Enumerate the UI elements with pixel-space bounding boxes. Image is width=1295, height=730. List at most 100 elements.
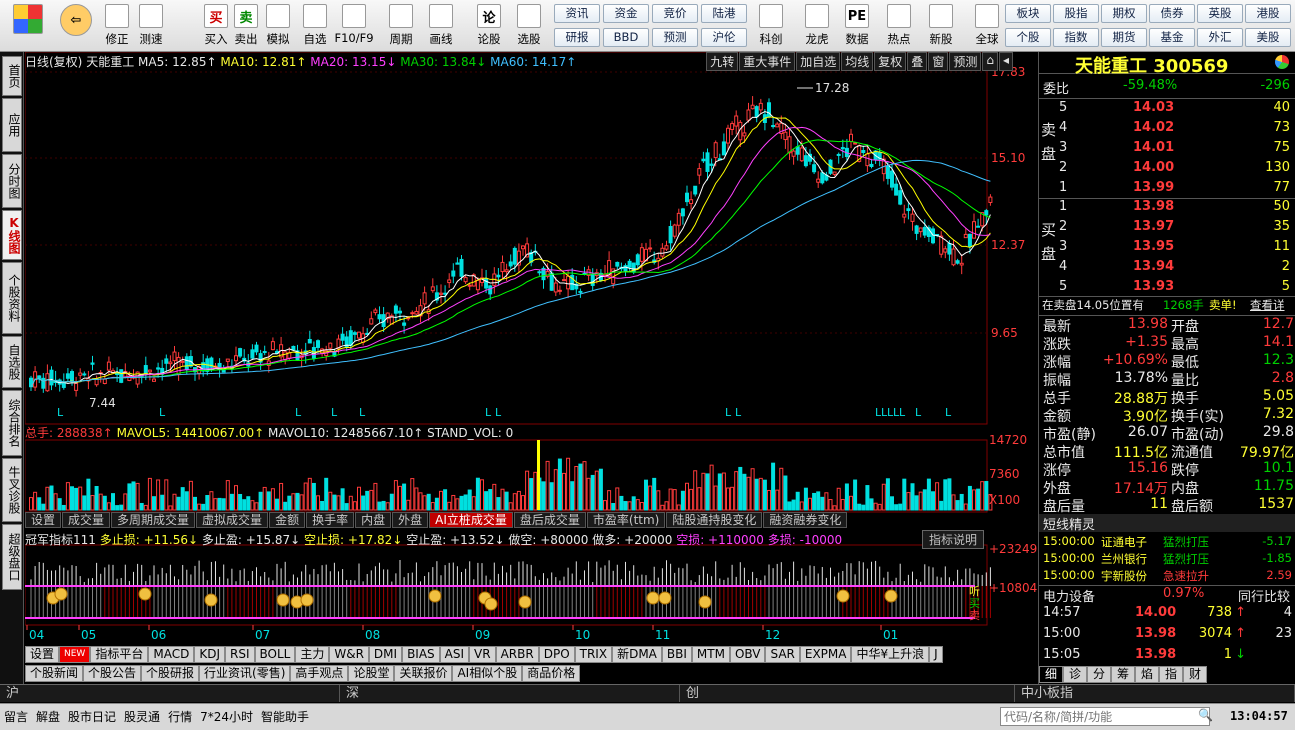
- toolbar-market-button[interactable]: 期货: [1101, 28, 1147, 47]
- toolbar-market-button[interactable]: 外汇: [1197, 28, 1243, 47]
- sell-level-row[interactable]: 2 14.00 130: [1039, 160, 1295, 178]
- status-link[interactable]: 解盘: [36, 708, 60, 725]
- chart-tool-button[interactable]: 加自选: [796, 52, 841, 71]
- nav-item-0[interactable]: 首页: [2, 56, 22, 96]
- chart-tool-button[interactable]: 均线: [841, 52, 874, 71]
- status-link[interactable]: 股市日记: [68, 708, 116, 725]
- indicator-tab[interactable]: EXPMA: [799, 646, 852, 663]
- indicator-tab[interactable]: VR: [469, 646, 496, 663]
- toolbar-speed-button[interactable]: 测速: [132, 4, 170, 48]
- chart-tool-button[interactable]: 复权: [874, 52, 907, 71]
- news-tab[interactable]: 行业资讯(零售): [199, 665, 291, 682]
- indicator-help-button[interactable]: 指标说明: [922, 530, 985, 549]
- sprite-title[interactable]: 短线精灵: [1043, 514, 1095, 533]
- nav-item-8[interactable]: 超级盘口: [2, 524, 22, 590]
- toolbar-small-button[interactable]: 研报: [554, 28, 600, 47]
- sprite-row[interactable]: 15:00:00 证通电子 猛烈打压 -5.17: [1039, 534, 1295, 551]
- market-index-cell[interactable]: 深: [340, 685, 680, 702]
- toolbar-star-button[interactable]: 自选: [296, 4, 334, 48]
- toolbar-discuss-button[interactable]: 论论股: [470, 4, 508, 48]
- notice-detail-link[interactable]: 查看详: [1250, 297, 1285, 313]
- chart-tool-button[interactable]: 重大事件: [739, 52, 796, 71]
- toolbar-back-arrow-button[interactable]: ⇦: [56, 4, 96, 48]
- kline-chart-area[interactable]: 17.83 15.10 12.37 9.65 17.28 7.44 L L L L L L L L L L L L…: [24, 51, 1045, 656]
- sell-level-row[interactable]: 4 14.02 73: [1039, 120, 1295, 138]
- market-index-cell[interactable]: 创: [680, 685, 1015, 702]
- volume-tab[interactable]: 换手率: [306, 512, 355, 528]
- toolbar-market-button[interactable]: 基金: [1149, 28, 1195, 47]
- toolbar-market-button[interactable]: 美股: [1245, 28, 1291, 47]
- toolbar-small-button[interactable]: 沪伦: [701, 28, 747, 47]
- toolbar-pe-button[interactable]: PE 数据: [838, 4, 876, 48]
- news-tab[interactable]: 个股研报: [141, 665, 200, 682]
- indicator-tab[interactable]: DMI: [368, 646, 403, 663]
- indicator-tab[interactable]: OBV: [729, 646, 766, 663]
- toolbar-market-button[interactable]: 指数: [1053, 28, 1099, 47]
- indicator-tab[interactable]: BOLL: [254, 646, 296, 663]
- buy-level-row[interactable]: 2 13.97 35: [1039, 219, 1295, 237]
- indicator-tab[interactable]: W&R: [329, 646, 369, 663]
- toolbar-simulate-button[interactable]: 模拟: [259, 4, 297, 48]
- status-link[interactable]: 7*24小时: [200, 708, 253, 725]
- status-link[interactable]: 股灵通: [124, 708, 160, 725]
- sell-level-row[interactable]: 1 13.99 77: [1039, 180, 1295, 198]
- toolbar-small-button[interactable]: 资金: [603, 4, 649, 23]
- toolbar-small-button[interactable]: 竞价: [652, 4, 698, 23]
- volume-tab[interactable]: 金额: [269, 512, 306, 528]
- period-label[interactable]: 日线(复权): [25, 55, 82, 69]
- toolbar-pencil-button[interactable]: 画线: [422, 4, 460, 48]
- volume-tab[interactable]: 内盘: [355, 512, 392, 528]
- buy-level-row[interactable]: 1 13.98 50: [1039, 199, 1295, 217]
- toolbar-market-button[interactable]: 英股: [1197, 4, 1243, 23]
- volume-tab[interactable]: 外盘: [392, 512, 429, 528]
- chart-tool-button[interactable]: 叠: [907, 52, 928, 71]
- indicator-tab[interactable]: SAR: [765, 646, 800, 663]
- sector-name[interactable]: 电力设备: [1043, 586, 1095, 605]
- toolbar-app-logo-button[interactable]: [8, 4, 48, 48]
- toolbar-market-button[interactable]: 板块: [1005, 4, 1051, 23]
- toolbar-f10-button[interactable]: F10/F9: [334, 4, 374, 48]
- pin-icon[interactable]: ◂: [998, 52, 1013, 71]
- toolbar-filter-button[interactable]: 选股: [510, 4, 548, 48]
- toolbar-globe-button[interactable]: 全球: [968, 4, 1006, 48]
- news-tab[interactable]: 商品价格: [522, 665, 581, 682]
- buy-level-row[interactable]: 3 13.95 11: [1039, 239, 1295, 257]
- sector-compare-link[interactable]: 同行比较: [1238, 586, 1290, 605]
- news-tab[interactable]: 论股堂: [348, 665, 395, 682]
- quote-tab[interactable]: 诊: [1063, 666, 1087, 683]
- toolbar-small-button[interactable]: 陆港: [701, 4, 747, 23]
- toolbar-new-stock-button[interactable]: 新股: [922, 4, 960, 48]
- market-index-cell[interactable]: 中小板指: [1015, 685, 1295, 702]
- nav-item-1[interactable]: 应用: [2, 98, 22, 152]
- toolbar-small-button[interactable]: BBD: [603, 28, 649, 47]
- search-icon[interactable]: 🔍: [1198, 708, 1213, 722]
- toolbar-market-button[interactable]: 债券: [1149, 4, 1195, 23]
- stock-search-input[interactable]: [1000, 707, 1210, 726]
- sell-level-row[interactable]: 3 14.01 75: [1039, 140, 1295, 158]
- volume-tab[interactable]: 设置: [25, 512, 62, 528]
- volume-tab[interactable]: AI立桩成交量: [429, 512, 513, 528]
- indicator-tab[interactable]: DPO: [538, 646, 575, 663]
- toolbar-market-button[interactable]: 股指: [1053, 4, 1099, 23]
- toolbar-market-button[interactable]: 期权: [1101, 4, 1147, 23]
- toolbar-clock-button[interactable]: 周期: [382, 4, 420, 48]
- indicator-tab[interactable]: BBI: [661, 646, 692, 663]
- volume-tab[interactable]: 融资融券变化: [763, 512, 848, 528]
- pie-icon[interactable]: [1275, 55, 1289, 69]
- sprite-row[interactable]: 15:00:00 宇新股份 急速拉升 2.59: [1039, 568, 1295, 585]
- indicator-tab[interactable]: J: [929, 646, 943, 663]
- news-tab[interactable]: AI相似个股: [452, 665, 523, 682]
- sell-level-row[interactable]: 5 14.03 40: [1039, 100, 1295, 118]
- status-link[interactable]: 智能助手: [261, 708, 309, 725]
- quote-tab[interactable]: 财: [1183, 666, 1207, 683]
- news-tab[interactable]: 个股公告: [83, 665, 142, 682]
- volume-tab[interactable]: 虚拟成交量: [196, 512, 269, 528]
- chart-tool-button[interactable]: 预测: [949, 52, 982, 71]
- toolbar-market-button[interactable]: 个股: [1005, 28, 1051, 47]
- indicator-tab[interactable]: TRIX: [574, 646, 613, 663]
- indicator-tab[interactable]: NEW: [59, 646, 91, 663]
- indicator-tab[interactable]: 指标平台: [90, 646, 149, 663]
- toolbar-small-button[interactable]: 资讯: [554, 4, 600, 23]
- lock-icon[interactable]: ⌂: [982, 52, 998, 71]
- toolbar-dragon-tiger-button[interactable]: 龙虎: [798, 4, 836, 48]
